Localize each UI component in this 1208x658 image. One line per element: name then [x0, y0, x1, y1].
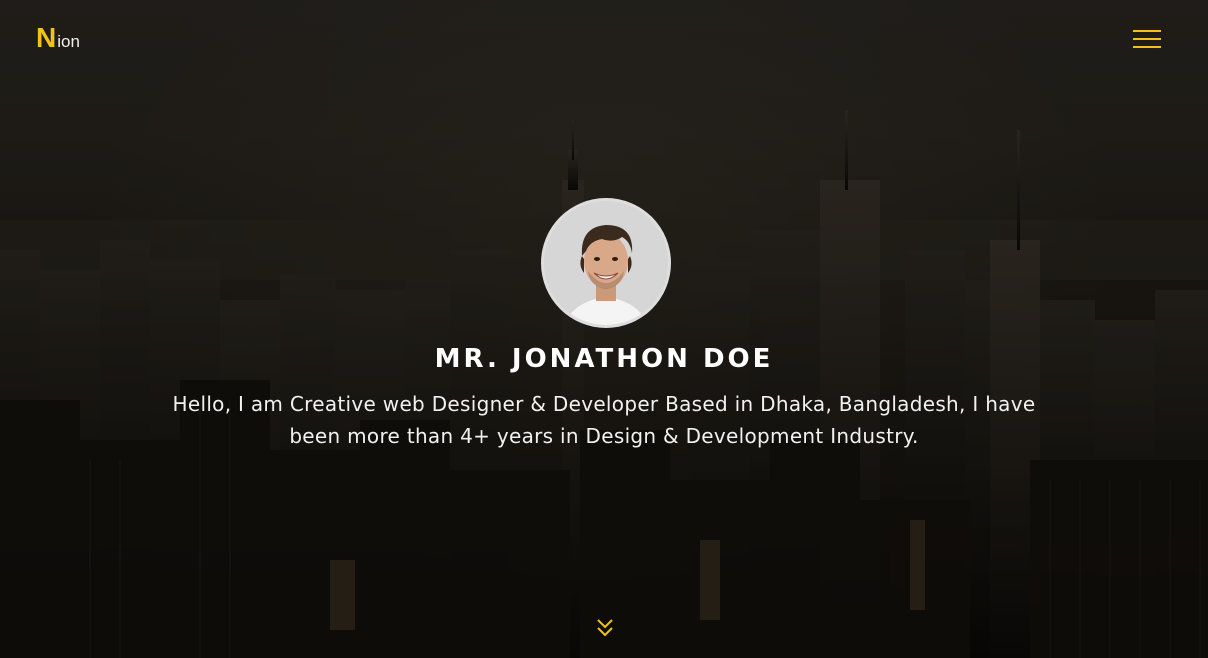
logo-text: ion	[57, 32, 80, 51]
dark-overlay	[0, 0, 1208, 658]
logo[interactable]: N ion	[36, 24, 80, 52]
logo-mark: N	[36, 22, 57, 53]
hero-bio: Hello, I am Creative web Designer & Deve…	[172, 392, 1036, 448]
menu-line	[1133, 46, 1161, 48]
hero-name: MR. JONATHON DOE	[434, 344, 774, 374]
menu-line	[1133, 38, 1161, 40]
avatar	[541, 198, 671, 328]
double-chevron-down-icon[interactable]	[595, 618, 615, 638]
hero-background	[0, 0, 1208, 658]
menu-line	[1133, 30, 1161, 32]
profile-photo	[544, 201, 668, 325]
hamburger-menu-icon[interactable]	[1133, 29, 1161, 49]
